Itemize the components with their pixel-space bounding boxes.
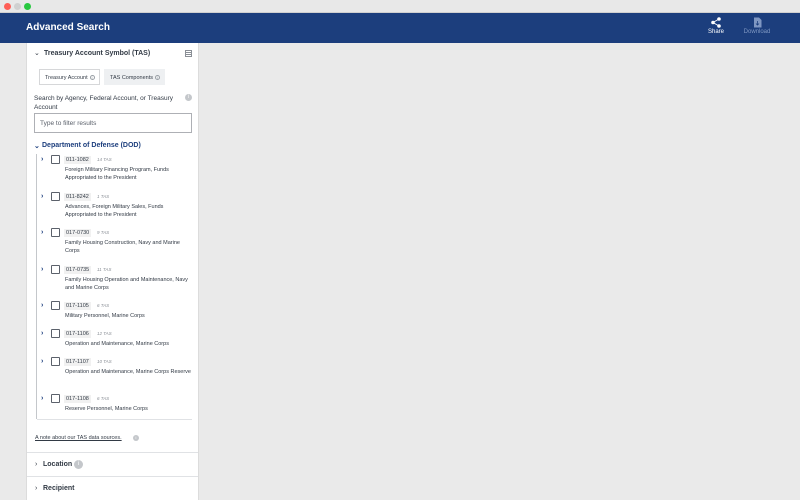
tab-treasury-account[interactable]: Treasury Account i [39,69,100,85]
tas-name: Family Housing Construction, Navy and Ma… [65,240,180,254]
tas-name: Operation and Maintenance, Marine Corps … [65,369,191,375]
tas-checkbox[interactable] [51,265,60,274]
download-label: Download [743,29,771,35]
chevron-right-icon[interactable]: › [41,358,43,365]
chevron-down-icon: ⌄ [34,50,40,57]
chevron-right-icon: › [35,461,38,468]
tas-code: 017-1105 [64,302,91,310]
tas-count: 9 TAS [97,230,110,235]
tas-count: 6 TAS [97,303,110,308]
tas-code: 017-1106 [64,330,91,338]
tas-checkbox[interactable] [51,192,60,201]
page-title: Advanced Search [26,22,110,33]
tas-code: 011-1082 [64,156,91,164]
chevron-right-icon[interactable]: › [41,156,43,163]
info-icon[interactable]: i [185,94,192,101]
chevron-right-icon[interactable]: › [41,395,43,402]
filter-sidebar: ⌄ Treasury Account Symbol (TAS) Treasury… [26,43,199,500]
tab-label: Treasury Account [45,75,88,81]
tas-checkbox[interactable] [51,394,60,403]
share-button[interactable]: Share [698,17,734,35]
tas-checkbox[interactable] [51,155,60,164]
tas-checkbox[interactable] [51,357,60,366]
tas-count: 11 TAS [97,267,112,272]
chevron-down-icon: ⌄ [34,143,40,150]
info-icon[interactable]: i [89,75,95,81]
tas-checkbox[interactable] [51,228,60,237]
tas-name: Reserve Personnel, Marine Corps [65,406,148,412]
tas-code: 017-1108 [64,395,91,403]
tas-code: 017-0735 [64,266,92,274]
info-icon[interactable]: i [74,460,83,469]
info-icon[interactable]: i [155,75,161,81]
tab-label: TAS Components [110,75,154,81]
tas-name: Advances, Foreign Military Sales, Funds … [65,204,164,218]
chevron-right-icon: › [35,485,38,492]
tas-code: 011-8242 [64,193,91,201]
recipient-section[interactable]: › Recipient [27,476,198,500]
chevron-right-icon[interactable]: › [41,330,43,337]
tas-count: 10 TAS [97,359,112,364]
table-icon[interactable] [185,50,192,57]
info-icon[interactable]: i [133,435,139,441]
tree-line [36,154,37,419]
tas-name: Military Personnel, Marine Corps [65,313,145,319]
location-section[interactable]: › Location i [27,452,198,476]
tas-name: Foreign Military Financing Program, Fund… [65,167,169,181]
tas-checkbox[interactable] [51,301,60,310]
tas-section-title: Treasury Account Symbol (TAS) [44,50,151,57]
window-minimize-button[interactable] [14,3,21,10]
search-label: Search by Agency, Federal Account, or Tr… [34,95,173,111]
tas-code: 017-1107 [64,358,91,366]
tas-section-header[interactable]: ⌄ Treasury Account Symbol (TAS) [34,49,194,61]
download-button[interactable]: Download [739,17,775,35]
window-titlebar [0,0,800,13]
recipient-title: Recipient [43,485,75,492]
location-title: Location [43,461,73,468]
divider [37,419,192,420]
app-header: Advanced Search Share Download [0,13,800,43]
filter-search-input[interactable] [34,113,192,133]
tas-checkbox[interactable] [51,329,60,338]
chevron-right-icon[interactable]: › [41,266,43,273]
share-icon [711,17,721,28]
download-icon [753,17,761,28]
tas-count: 1 TAS [97,194,110,199]
tas-count: 6 TAS [97,396,110,401]
chevron-right-icon[interactable]: › [41,229,43,236]
tas-name: Operation and Maintenance, Marine Corps [65,341,169,347]
share-label: Share [707,29,724,35]
tas-note-link[interactable]: A note about our TAS data sources. [35,435,122,441]
window-close-button[interactable] [4,3,11,10]
agency-label: Department of Defense (DOD) [42,142,141,149]
tas-code: 017-0730 [64,229,92,237]
tab-tas-components[interactable]: TAS Components i [104,69,165,85]
window-maximize-button[interactable] [24,3,31,10]
chevron-right-icon[interactable]: › [41,193,43,200]
tas-count: 12 TAS [97,331,112,336]
tas-name: Family Housing Operation and Maintenance… [65,277,188,291]
tas-count: 14 TAS [97,157,112,162]
chevron-right-icon[interactable]: › [41,302,43,309]
